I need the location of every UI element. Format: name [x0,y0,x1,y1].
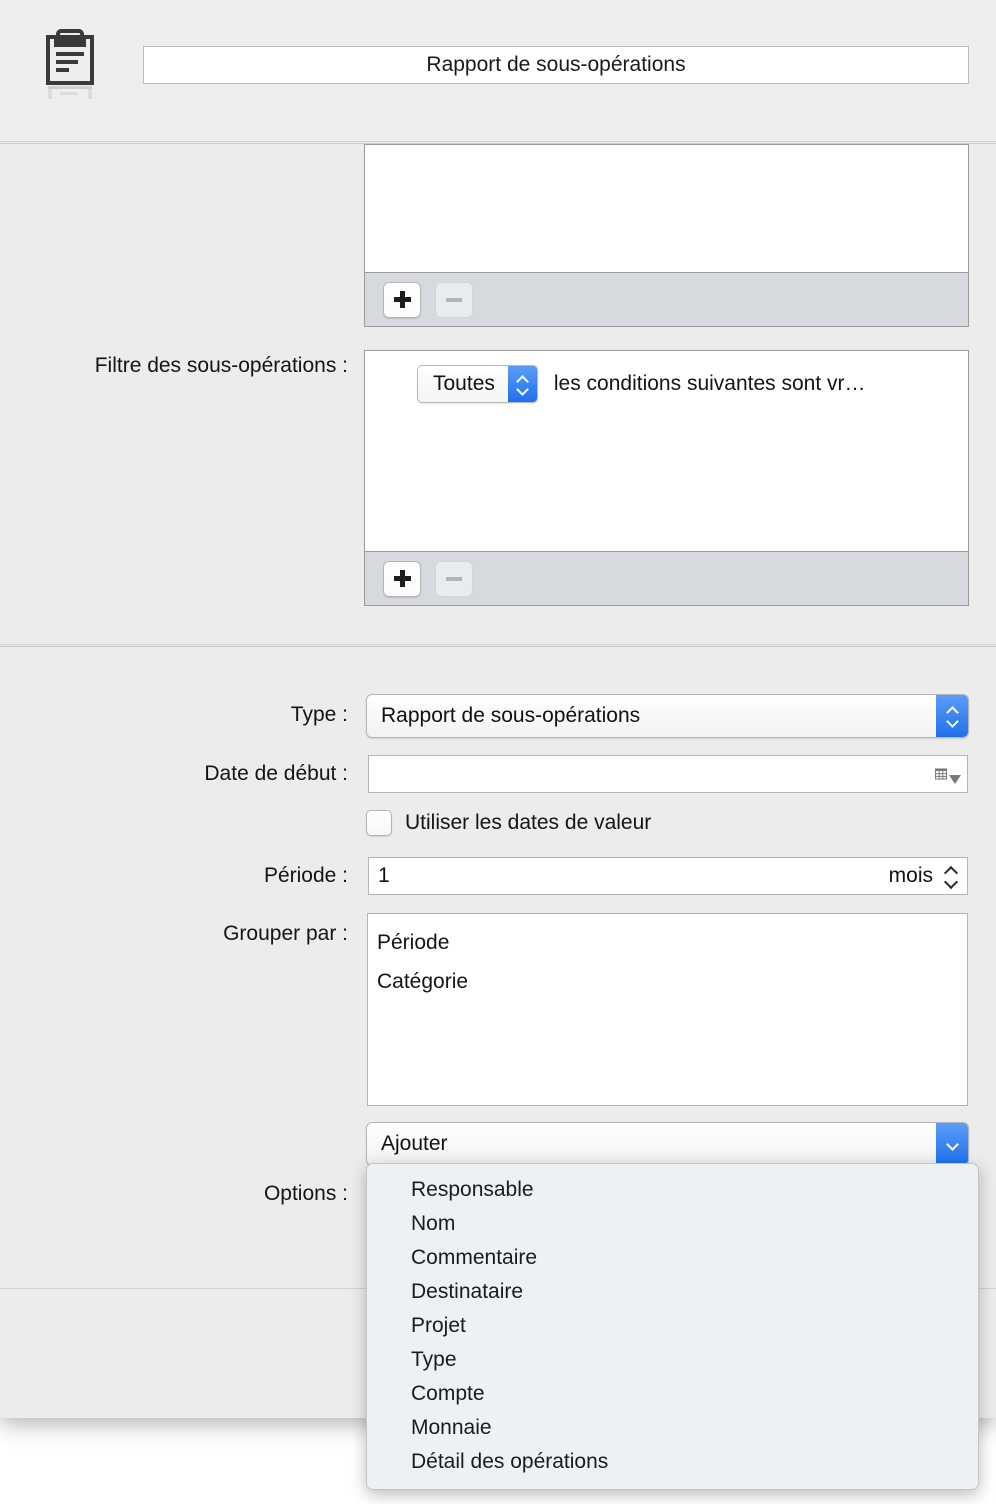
menu-item-destinataire[interactable]: Destinataire [367,1275,978,1309]
report-title-text: Rapport de sous-opérations [426,53,686,76]
filter-condition-text: les conditions suivantes sont vr… [553,372,866,395]
options-label: Options : [263,1182,348,1205]
filter-listbox[interactable]: Toutes les conditions suivantes sont vr… [364,350,969,606]
value-dates-checkbox-row[interactable]: Utiliser les dates de valeur [366,810,651,836]
clipboard-icon [44,28,96,100]
popup-stepper-arrows-icon[interactable] [507,366,537,402]
chevron-up-icon [517,376,528,383]
period-stepper[interactable] [941,859,959,893]
menu-item-nom[interactable]: Nom [367,1207,978,1241]
add-group-popup-button[interactable]: Ajouter [366,1122,969,1166]
plus-icon [393,291,411,308]
chevron-down-icon [947,718,958,725]
filter-remove-button [435,560,473,597]
minus-icon [446,297,462,302]
period-field[interactable]: 1 mois [368,857,968,895]
accounts-add-button[interactable] [383,281,421,318]
filter-label: Filtre des sous-opérations : [94,354,348,377]
start-date-label: Date de début : [204,762,348,785]
header-divider [0,141,996,142]
filter-add-button[interactable] [383,560,421,597]
section-divider [0,644,996,645]
app-screen: Rapport de sous-opérations Filtre des so… [0,0,996,1504]
filter-condition-row: Toutes les conditions suivantes sont vr… [417,365,866,403]
group-by-list[interactable]: Période Catégorie [367,913,968,1106]
menu-item-projet[interactable]: Projet [367,1309,978,1343]
filter-match-value: Toutes [433,372,495,395]
type-popup-value: Rapport de sous-opérations [381,704,641,727]
period-label: Période : [263,864,348,887]
chevron-down-icon [949,775,961,784]
start-date-field[interactable] [368,755,968,793]
report-title-field[interactable]: Rapport de sous-opérations [143,46,969,84]
chevron-up-icon [944,866,957,874]
menu-item-compte[interactable]: Compte [367,1377,978,1411]
group-by-label: Grouper par : [223,922,348,945]
type-popup-button[interactable]: Rapport de sous-opérations [366,694,969,738]
accounts-listbox[interactable] [364,144,969,327]
calendar-icon[interactable] [935,762,961,786]
menu-item-monnaie[interactable]: Monnaie [367,1411,978,1445]
add-group-popup-value: Ajouter [381,1132,448,1155]
accounts-listbox-toolbar [365,272,968,326]
menu-item-commentaire[interactable]: Commentaire [367,1241,978,1275]
value-dates-checkbox[interactable] [366,810,392,836]
accounts-remove-button [435,281,473,318]
plus-icon [393,570,411,587]
window-header: Rapport de sous-opérations [0,0,996,142]
menu-item-responsable[interactable]: Responsable [367,1173,978,1207]
add-group-dropdown-menu[interactable]: Responsable Nom Commentaire Destinataire… [366,1163,979,1490]
chevron-up-icon [947,707,958,714]
list-item[interactable]: Période [377,923,967,962]
filter-listbox-body[interactable]: Toutes les conditions suivantes sont vr… [365,351,968,553]
chevron-down-icon [947,1141,958,1148]
period-unit-label: mois [888,864,933,887]
popup-chevron-down-icon[interactable] [936,1123,968,1165]
filter-listbox-toolbar [365,551,968,605]
list-item[interactable]: Catégorie [377,962,967,1001]
filter-match-popup[interactable]: Toutes [417,365,538,403]
period-value: 1 [378,864,390,887]
accounts-listbox-body[interactable] [365,145,968,274]
popup-stepper-arrows-icon[interactable] [936,695,968,737]
menu-item-detail-des-operations[interactable]: Détail des opérations [367,1445,978,1479]
type-label: Type : [290,703,348,726]
chevron-down-icon [944,879,957,887]
chevron-down-icon [517,386,528,393]
value-dates-checkbox-label: Utiliser les dates de valeur [405,811,652,834]
menu-item-type[interactable]: Type [367,1343,978,1377]
minus-icon [446,576,462,581]
